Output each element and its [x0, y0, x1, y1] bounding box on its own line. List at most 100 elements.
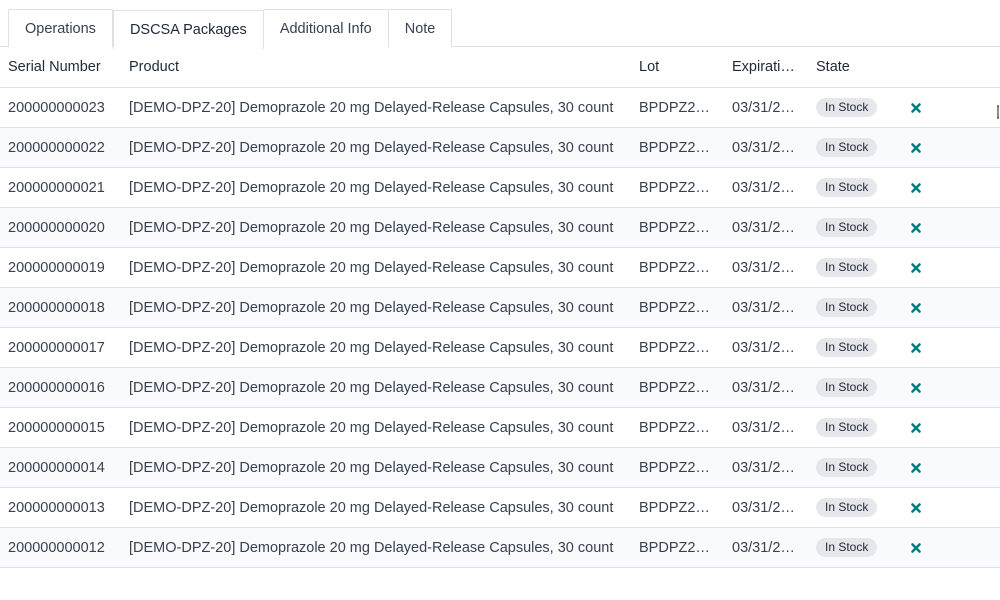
expiration-cell: 03/31/2028: [724, 247, 808, 288]
action-cell: [900, 87, 1000, 128]
product-cell: [DEMO-DPZ-20] Demoprazole 20 mg Delayed-…: [121, 247, 631, 288]
lot-cell: BPDPZ25…: [631, 207, 724, 248]
status-badge: In Stock: [816, 458, 878, 477]
action-cell: [900, 407, 1000, 448]
remove-x-icon[interactable]: [908, 300, 924, 316]
expiration-cell: 03/31/2028: [724, 287, 808, 328]
status-badge: In Stock: [816, 258, 878, 277]
expiration-cell: 03/31/2028: [724, 447, 808, 488]
status-badge: In Stock: [816, 218, 878, 237]
table-row[interactable]: 200000000017 [DEMO-DPZ-20] Demoprazole 20…: [0, 327, 1000, 368]
remove-x-icon[interactable]: [908, 100, 924, 116]
serial-cell: 200000000017: [0, 327, 121, 368]
status-badge: In Stock: [816, 98, 878, 117]
table-row[interactable]: 200000000020 [DEMO-DPZ-20] Demoprazole 20…: [0, 207, 1000, 248]
expiration-cell: 03/31/2028: [724, 207, 808, 248]
action-cell: [900, 207, 1000, 248]
serial-cell: 200000000019: [0, 247, 121, 288]
expiration-cell: 03/31/2028: [724, 127, 808, 168]
state-cell: In Stock: [808, 167, 900, 208]
column-header-expiration[interactable]: Expiratio…: [724, 47, 808, 88]
remove-x-icon[interactable]: [908, 420, 924, 436]
status-badge: In Stock: [816, 538, 878, 557]
tab-note[interactable]: Note: [388, 9, 453, 47]
tab-additional-info[interactable]: Additional Info: [263, 9, 389, 47]
table-row[interactable]: 200000000013 [DEMO-DPZ-20] Demoprazole 20…: [0, 487, 1000, 528]
state-cell: In Stock: [808, 527, 900, 568]
expiration-cell: 03/31/2028: [724, 87, 808, 128]
lot-cell: BPDPZ25…: [631, 527, 724, 568]
serial-cell: 200000000018: [0, 287, 121, 328]
table-row[interactable]: 200000000012 [DEMO-DPZ-20] Demoprazole 20…: [0, 527, 1000, 568]
remove-x-icon[interactable]: [908, 540, 924, 556]
status-badge: In Stock: [816, 378, 878, 397]
remove-x-icon[interactable]: [908, 460, 924, 476]
action-cell: [900, 287, 1000, 328]
serial-cell: 200000000016: [0, 367, 121, 408]
state-cell: In Stock: [808, 87, 900, 128]
remove-x-icon[interactable]: [908, 380, 924, 396]
action-cell: [900, 327, 1000, 368]
product-cell: [DEMO-DPZ-20] Demoprazole 20 mg Delayed-…: [121, 167, 631, 208]
status-badge: In Stock: [816, 178, 878, 197]
product-cell: [DEMO-DPZ-20] Demoprazole 20 mg Delayed-…: [121, 367, 631, 408]
status-badge: In Stock: [816, 338, 878, 357]
optional-columns-icon[interactable]: [996, 105, 1000, 119]
lot-cell: BPDPZ25…: [631, 487, 724, 528]
status-badge: In Stock: [816, 298, 878, 317]
serial-cell: 200000000020: [0, 207, 121, 248]
remove-x-icon[interactable]: [908, 140, 924, 156]
state-cell: In Stock: [808, 247, 900, 288]
lot-cell: BPDPZ25…: [631, 167, 724, 208]
state-cell: In Stock: [808, 487, 900, 528]
column-header-lot[interactable]: Lot: [631, 47, 724, 88]
product-cell: [DEMO-DPZ-20] Demoprazole 20 mg Delayed-…: [121, 127, 631, 168]
lot-cell: BPDPZ25…: [631, 287, 724, 328]
state-cell: In Stock: [808, 447, 900, 488]
lot-cell: BPDPZ25…: [631, 87, 724, 128]
lot-cell: BPDPZ25…: [631, 327, 724, 368]
action-cell: [900, 487, 1000, 528]
tab-dscsa-packages[interactable]: DSCSA Packages: [112, 10, 264, 49]
column-header-state[interactable]: State: [808, 47, 900, 88]
expiration-cell: 03/31/2028: [724, 407, 808, 448]
table-row[interactable]: 200000000014 [DEMO-DPZ-20] Demoprazole 20…: [0, 447, 1000, 488]
table-row[interactable]: 200000000021 [DEMO-DPZ-20] Demoprazole 20…: [0, 167, 1000, 208]
table-row[interactable]: 200000000016 [DEMO-DPZ-20] Demoprazole 20…: [0, 367, 1000, 408]
table-row[interactable]: 200000000019 [DEMO-DPZ-20] Demoprazole 20…: [0, 247, 1000, 288]
product-cell: [DEMO-DPZ-20] Demoprazole 20 mg Delayed-…: [121, 87, 631, 128]
table-row[interactable]: 200000000023 [DEMO-DPZ-20] Demoprazole 20…: [0, 87, 1000, 128]
tab-operations[interactable]: Operations: [8, 9, 113, 47]
product-cell: [DEMO-DPZ-20] Demoprazole 20 mg Delayed-…: [121, 487, 631, 528]
action-cell: [900, 527, 1000, 568]
column-header-actions: [900, 47, 1000, 88]
expiration-cell: 03/31/2028: [724, 487, 808, 528]
expiration-cell: 03/31/2028: [724, 527, 808, 568]
state-cell: In Stock: [808, 367, 900, 408]
action-cell: [900, 127, 1000, 168]
remove-x-icon[interactable]: [908, 220, 924, 236]
serial-cell: 200000000023: [0, 87, 121, 128]
dscsa-packages-table: Serial Number Product Lot Expiratio… Sta…: [0, 47, 1000, 568]
serial-cell: 200000000015: [0, 407, 121, 448]
state-cell: In Stock: [808, 407, 900, 448]
lot-cell: BPDPZ25…: [631, 127, 724, 168]
action-cell: [900, 167, 1000, 208]
status-badge: In Stock: [816, 418, 878, 437]
remove-x-icon[interactable]: [908, 260, 924, 276]
lot-cell: BPDPZ25…: [631, 367, 724, 408]
remove-x-icon[interactable]: [908, 500, 924, 516]
serial-cell: 200000000013: [0, 487, 121, 528]
table-header-row: Serial Number Product Lot Expiratio… Sta…: [0, 47, 1000, 88]
column-header-product[interactable]: Product: [121, 47, 631, 88]
lot-cell: BPDPZ25…: [631, 407, 724, 448]
table-row[interactable]: 200000000022 [DEMO-DPZ-20] Demoprazole 20…: [0, 127, 1000, 168]
column-header-serial-number[interactable]: Serial Number: [0, 47, 121, 88]
table-row[interactable]: 200000000015 [DEMO-DPZ-20] Demoprazole 20…: [0, 407, 1000, 448]
status-badge: In Stock: [816, 498, 878, 517]
remove-x-icon[interactable]: [908, 340, 924, 356]
serial-cell: 200000000012: [0, 527, 121, 568]
remove-x-icon[interactable]: [908, 180, 924, 196]
state-cell: In Stock: [808, 207, 900, 248]
table-row[interactable]: 200000000018 [DEMO-DPZ-20] Demoprazole 20…: [0, 287, 1000, 328]
